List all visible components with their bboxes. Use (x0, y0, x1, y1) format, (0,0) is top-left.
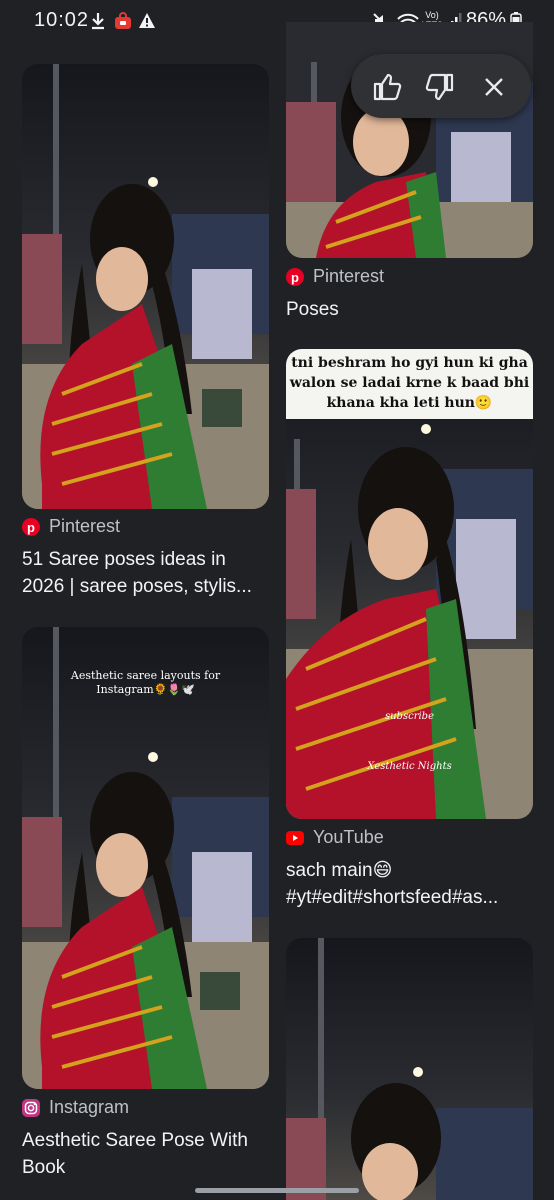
feedback-popup (351, 54, 531, 118)
result-image-4[interactable]: tni beshram ho gyi hun ki gha walon se l… (286, 349, 533, 819)
source-name: YouTube (313, 827, 384, 847)
shopping-bag-icon (114, 12, 132, 35)
result-image-5[interactable] (286, 938, 533, 1200)
warning-icon (138, 12, 156, 35)
image-caption-overlay: tni beshram ho gyi hun ki gha walon se l… (289, 355, 530, 411)
source-name: Pinterest (49, 516, 121, 536)
result-title-4[interactable]: sach main😄 #yt#edit#shortsfeed#as... (286, 857, 534, 911)
svg-text:p: p (27, 520, 35, 535)
thumbs-up-icon[interactable] (370, 70, 404, 104)
result-title-1[interactable]: 51 Saree poses ideas in 2026 | saree pos… (22, 546, 272, 600)
result-title-2[interactable]: Poses (286, 296, 536, 323)
thumbs-down-icon[interactable] (423, 70, 457, 104)
source-name: Pinterest (313, 266, 385, 286)
source-name: Instagram (49, 1097, 130, 1117)
result-image-3[interactable]: Aesthetic saree layouts for Instagram🌻🌷🕊… (22, 627, 269, 1089)
source-label: p Pinterest (286, 266, 384, 287)
result-image-1[interactable] (22, 64, 269, 509)
result-title-3[interactable]: Aesthetic Saree Pose With Book (22, 1127, 272, 1181)
source-label: YouTube (286, 827, 384, 848)
watermark-channel: Xesthetic Nights (367, 761, 452, 772)
svg-text:p: p (291, 270, 299, 285)
source-label: Instagram (22, 1097, 129, 1118)
pinterest-icon: p (286, 267, 304, 286)
download-icon (90, 12, 106, 35)
image-caption-overlay: Aesthetic saree layouts for Instagram🌻🌷🕊… (70, 669, 221, 696)
close-icon[interactable] (477, 70, 511, 104)
instagram-icon (22, 1098, 40, 1117)
source-label: p Pinterest (22, 516, 120, 537)
home-indicator[interactable] (195, 1188, 359, 1193)
status-time: 10:02 (34, 9, 90, 31)
watermark-subscribe: subscribe (384, 711, 434, 722)
pinterest-icon: p (22, 517, 40, 536)
youtube-icon (286, 829, 304, 847)
